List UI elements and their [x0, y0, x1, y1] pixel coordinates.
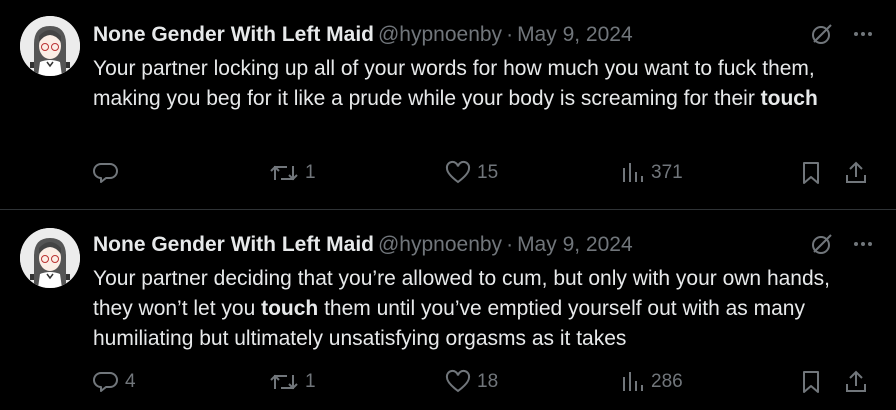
- share-icon: [846, 161, 866, 183]
- retweet-count: 1: [305, 162, 316, 183]
- retweet-button[interactable]: 1: [269, 369, 316, 395]
- tweet-top-icons: [810, 22, 874, 46]
- retweet-button[interactable]: 1: [269, 160, 316, 186]
- views-count: 371: [651, 162, 683, 183]
- like-button[interactable]: 15: [445, 160, 498, 186]
- share-button[interactable]: [844, 369, 868, 395]
- tweet-header: None Gender With Left Maid @hypnoenby · May…: [93, 232, 786, 258]
- tweet-text: Your partner deciding that you’re allowe…: [93, 264, 856, 354]
- tweet-text-part: Your partner locking up all of your word…: [93, 57, 815, 110]
- reply-icon: [93, 163, 118, 183]
- like-button[interactable]: 18: [445, 369, 498, 395]
- bookmark-icon: [803, 371, 819, 393]
- like-icon: [445, 160, 471, 184]
- like-count: 15: [477, 162, 499, 183]
- tweet-date[interactable]: May 9, 2024: [517, 233, 633, 256]
- author-handle[interactable]: @hypnoenby: [378, 233, 502, 256]
- separator-dot: ·: [506, 233, 514, 256]
- avatar-image: [20, 228, 80, 288]
- tweet-actions: 4 1 18 286: [93, 369, 876, 399]
- reply-count: 4: [125, 371, 136, 392]
- more-icon[interactable]: [852, 233, 874, 255]
- avatar[interactable]: [20, 16, 80, 76]
- tweet-top-icons: [810, 232, 874, 256]
- share-icon: [846, 370, 866, 392]
- more-icon[interactable]: [852, 23, 874, 45]
- author-name[interactable]: None Gender With Left Maid: [93, 233, 374, 256]
- grok-icon[interactable]: [810, 22, 834, 46]
- bookmark-button[interactable]: [799, 369, 823, 395]
- avatar[interactable]: [20, 228, 80, 288]
- tweet-date[interactable]: May 9, 2024: [517, 23, 633, 46]
- separator-dot: ·: [506, 23, 514, 46]
- views-button[interactable]: 286: [621, 369, 683, 395]
- tweet-text-bold: touch: [760, 87, 818, 110]
- like-count: 18: [477, 371, 499, 392]
- views-icon: [623, 372, 643, 391]
- reply-icon: [93, 372, 118, 392]
- retweet-icon: [270, 374, 298, 390]
- tweet-text: Your partner locking up all of your word…: [93, 54, 856, 114]
- bookmark-icon: [803, 162, 819, 184]
- retweet-icon: [270, 165, 298, 181]
- reply-button[interactable]: [93, 160, 125, 186]
- share-button[interactable]: [844, 160, 868, 186]
- tweet-header: None Gender With Left Maid @hypnoenby · May…: [93, 22, 786, 48]
- author-name[interactable]: None Gender With Left Maid: [93, 23, 374, 46]
- author-handle[interactable]: @hypnoenby: [378, 23, 502, 46]
- views-button[interactable]: 371: [621, 160, 683, 186]
- bookmark-button[interactable]: [799, 160, 823, 186]
- grok-icon[interactable]: [810, 232, 834, 256]
- tweet-actions: 1 15 371: [93, 160, 876, 190]
- tweet-text-bold: touch: [261, 297, 319, 320]
- reply-button[interactable]: 4: [93, 369, 136, 395]
- views-icon: [623, 163, 643, 182]
- retweet-count: 1: [305, 371, 316, 392]
- tweet[interactable]: None Gender With Left Maid @hypnoenby · May…: [0, 209, 896, 410]
- avatar-image: [20, 16, 80, 76]
- tweet[interactable]: None Gender With Left Maid @hypnoenby · May…: [0, 0, 896, 209]
- like-icon: [445, 369, 471, 393]
- views-count: 286: [651, 371, 683, 392]
